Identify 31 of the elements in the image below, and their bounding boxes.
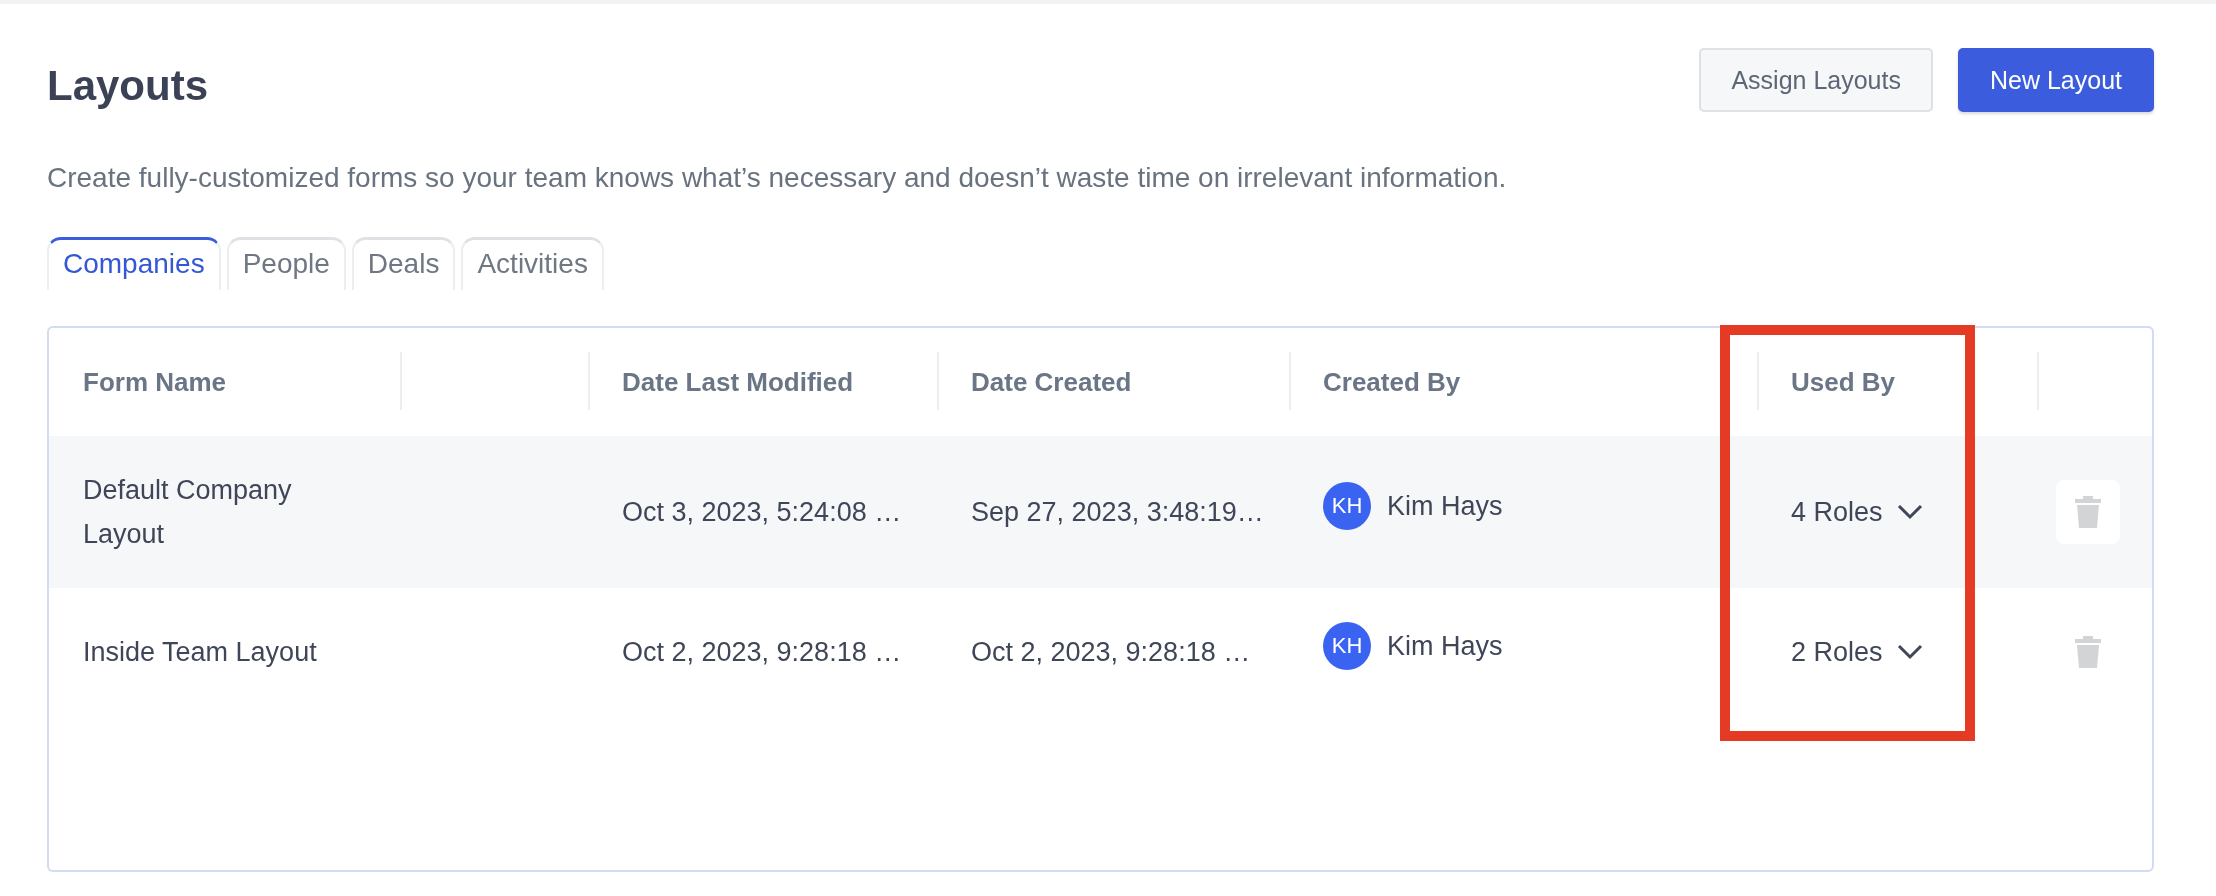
table-cell: Oct 2, 2023, 9:28:18 … <box>622 636 902 668</box>
tab[interactable]: Activities <box>461 237 604 290</box>
avatar: KH <box>1323 622 1371 670</box>
tab[interactable]: Deals <box>351 237 456 290</box>
column-header: Date Last Modified <box>588 328 937 436</box>
chevron-down-icon <box>1896 504 1923 520</box>
tab[interactable]: Companies <box>47 237 221 290</box>
new-layout-button[interactable]: New Layout <box>1957 48 2154 112</box>
assign-layouts-button[interactable]: Assign Layouts <box>1699 48 1933 112</box>
creator-name: Kim Hays <box>1387 490 1503 522</box>
avatar: KH <box>1323 482 1371 530</box>
creator-name: Kim Hays <box>1387 630 1503 662</box>
table-cell: Sep 27, 2023, 3:48:19… <box>971 496 1264 528</box>
page-title: Layouts <box>47 62 209 110</box>
delete-button[interactable] <box>2055 480 2120 544</box>
column-header: Date Created <box>937 328 1289 436</box>
page-description: Create fully-customized forms so your team knows what’s necessary and doesn’t waste time on irrelevant information. <box>47 162 1508 194</box>
trash-icon <box>2073 495 2102 529</box>
column-header: Form Name <box>82 365 228 399</box>
table-row-highlight[interactable]: Default Company Layout Oct 3, 2023, 5:24:08 … Sep 27, 2023, 3:48:19… KH Kim Hays 4 Roles <box>49 436 2152 588</box>
table-cell: Oct 3, 2023, 5:24:08 … <box>622 496 902 528</box>
column-header: Used By <box>1757 328 2037 436</box>
table-cell: Oct 2, 2023, 9:28:18 … <box>971 636 1251 668</box>
table-cell-text: Default Company Layout <box>83 474 293 551</box>
tab[interactable]: People <box>226 237 346 290</box>
roles-dropdown[interactable]: 2 Roles <box>1791 636 1923 668</box>
chevron-down-icon <box>1896 644 1923 660</box>
column-header: Created By <box>1289 328 1757 436</box>
roles-dropdown[interactable]: 4 Roles <box>1791 496 1923 528</box>
trash-icon <box>2073 635 2102 669</box>
table-cell-text: Inside Team Layout <box>83 636 317 669</box>
